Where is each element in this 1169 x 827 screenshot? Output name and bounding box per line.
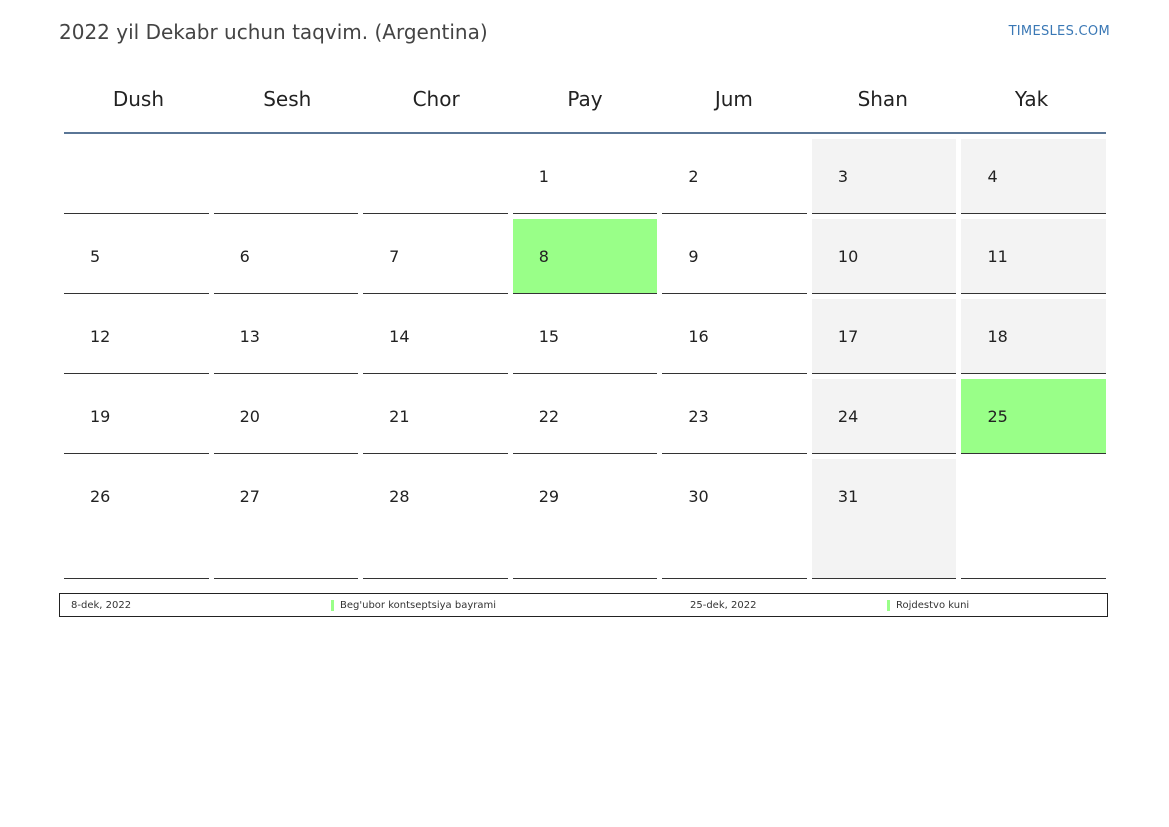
day-cell-9[interactable]: 9 — [662, 219, 807, 294]
day-number: 14 — [389, 327, 410, 346]
day-number: 21 — [389, 407, 410, 426]
day-number: 17 — [837, 327, 859, 346]
week-row: 12 13 14 15 16 17 18 — [64, 299, 1107, 374]
weekday-wed: Chor — [412, 87, 460, 111]
day-number: 12 — [90, 327, 111, 346]
day-cell-30[interactable]: 30 — [662, 459, 807, 579]
day-cell-22[interactable]: 22 — [512, 379, 658, 454]
week-row: 1 2 3 4 — [64, 139, 1107, 214]
legend-color-swatch-2 — [887, 600, 890, 611]
day-cell-empty — [213, 139, 359, 214]
day-cell-13[interactable]: 13 — [213, 299, 359, 374]
calendar: Dush Sesh Chor Pay Jum Shan Yak 12345678… — [64, 72, 1107, 584]
day-number: 18 — [987, 327, 1008, 346]
weekday-tue: Sesh — [263, 87, 312, 111]
day-cell-26[interactable]: 26 — [64, 459, 209, 579]
week-row: 5 6 7 8 9 10 11 — [64, 219, 1107, 294]
day-cell-29[interactable]: 29 — [512, 459, 658, 579]
day-cell-7[interactable]: 7 — [363, 219, 508, 294]
week-row: 19 20 21 22 23 24 25 — [64, 379, 1107, 454]
day-cell-28[interactable]: 28 — [363, 459, 508, 579]
weekday-fri: Jum — [714, 87, 753, 111]
day-number: 29 — [538, 487, 560, 506]
day-number: 1 — [538, 167, 549, 186]
day-number: 25 — [987, 407, 1008, 426]
day-cell-31[interactable]: 31 — [811, 459, 957, 579]
day-cell-3[interactable]: 3 — [811, 139, 957, 214]
day-number: 28 — [389, 487, 410, 506]
weekday-header: Dush Sesh Chor Pay Jum Shan Yak — [64, 72, 1106, 134]
weekday-mon: Dush — [112, 87, 165, 111]
day-cell-24[interactable]: 24 — [811, 379, 957, 454]
day-number: 13 — [239, 327, 260, 346]
legend-holiday-2: Rojdestvo kuni — [896, 600, 970, 611]
legend-date-2: 25-dek, 2022 — [690, 600, 757, 611]
day-cell-15[interactable]: 15 — [512, 299, 658, 374]
day-cell-11[interactable]: 11 — [961, 219, 1107, 294]
day-grid: 1 2 3 4 5 6 7 8 9 10 11 12 13 14 15 16 17 18 19 20 21 22 23 24 2… — [64, 139, 1107, 584]
day-number: 5 — [90, 247, 101, 266]
weekday-sun: Yak — [1014, 87, 1049, 111]
day-number: 3 — [837, 167, 849, 186]
day-number: 30 — [688, 487, 709, 506]
day-cell-23[interactable]: 23 — [662, 379, 807, 454]
page-title: 2022 yil Dekabr uchun taqvim. (Argentina… — [59, 20, 488, 44]
day-number: 4 — [987, 167, 998, 186]
day-cell-17[interactable]: 17 — [811, 299, 957, 374]
day-cell-16[interactable]: 16 — [662, 299, 807, 374]
site-link[interactable]: TIMESLES.COM — [1009, 24, 1110, 39]
day-number: 9 — [688, 247, 699, 266]
day-number: 20 — [239, 407, 260, 426]
legend-date-1: 8-dek, 2022 — [71, 600, 132, 611]
day-number: 19 — [90, 407, 111, 426]
day-cell-12[interactable]: 12 — [64, 299, 209, 374]
day-number: 24 — [837, 407, 859, 426]
day-cell-1[interactable]: 1 — [512, 139, 658, 214]
day-number: 11 — [987, 247, 1008, 266]
day-number: 8 — [538, 247, 549, 266]
week-row: 26 27 28 29 30 31 — [64, 459, 1107, 579]
holiday-legend: 8-dek, 2022 Beg'ubor kontseptsiya bayram… — [59, 593, 1108, 617]
day-number: 6 — [239, 247, 250, 266]
weekday-thu: Pay — [567, 87, 603, 111]
day-cell-empty — [64, 139, 209, 214]
day-number: 16 — [688, 327, 709, 346]
legend-holiday-1: Beg'ubor kontseptsiya bayrami — [340, 600, 497, 611]
day-number: 10 — [837, 247, 859, 266]
day-cell-18[interactable]: 18 — [961, 299, 1107, 374]
day-cell-14[interactable]: 14 — [363, 299, 508, 374]
day-number: 26 — [90, 487, 111, 506]
day-cell-empty — [363, 139, 508, 214]
day-cell-20[interactable]: 20 — [213, 379, 359, 454]
day-number: 15 — [538, 327, 560, 346]
day-cell-5[interactable]: 5 — [64, 219, 209, 294]
day-cell-27[interactable]: 27 — [213, 459, 359, 579]
day-number: 23 — [688, 407, 709, 426]
day-cell-21[interactable]: 21 — [363, 379, 508, 454]
day-cell-10[interactable]: 10 — [811, 219, 957, 294]
day-number: 27 — [239, 487, 260, 506]
day-number: 31 — [837, 487, 859, 506]
day-cell-2[interactable]: 2 — [662, 139, 807, 214]
legend-color-swatch-1 — [331, 600, 334, 611]
day-number: 22 — [538, 407, 560, 426]
day-number: 7 — [389, 247, 400, 266]
weekday-sat: Shan — [857, 87, 908, 111]
day-cell-8[interactable]: 8 — [512, 219, 658, 294]
day-number: 2 — [688, 167, 699, 186]
day-cell-empty — [961, 459, 1107, 579]
day-cell-19[interactable]: 19 — [64, 379, 209, 454]
day-cell-4[interactable]: 4 — [961, 139, 1107, 214]
day-cell-6[interactable]: 6 — [213, 219, 359, 294]
day-cell-25[interactable]: 25 — [961, 379, 1107, 454]
